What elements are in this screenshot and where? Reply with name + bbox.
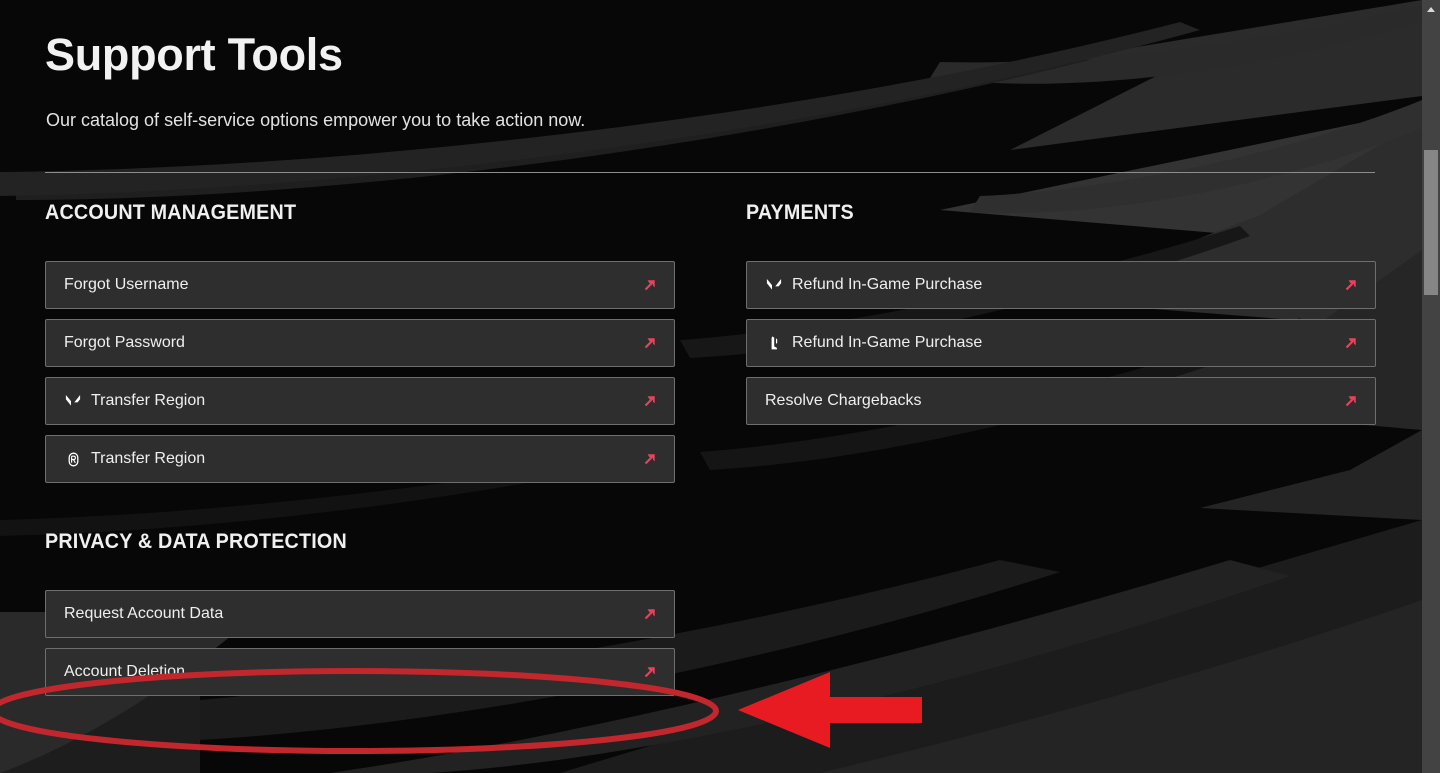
tool-card-label: Account Deletion bbox=[64, 663, 185, 680]
section-account-management: ACCOUNT MANAGEMENT Forgot Username Forgo… bbox=[45, 200, 675, 483]
external-link-arrow-icon bbox=[640, 449, 660, 469]
section-payments: PAYMENTS Refund In-Game Purchase Refund … bbox=[746, 200, 1376, 425]
tool-card-transfer-region-riot-game[interactable]: Transfer Region bbox=[45, 435, 675, 483]
section-title-privacy-data-protection: PRIVACY & DATA PROTECTION bbox=[45, 530, 347, 553]
page-content: Support Tools Our catalog of self-servic… bbox=[0, 0, 1422, 773]
right-column: PAYMENTS Refund In-Game Purchase Refund … bbox=[746, 200, 1376, 435]
external-link-arrow-icon bbox=[640, 604, 660, 624]
tool-card-label: Forgot Password bbox=[64, 334, 185, 351]
tool-card-refund-purchase-league[interactable]: Refund In-Game Purchase bbox=[746, 319, 1376, 367]
left-column: ACCOUNT MANAGEMENT Forgot Username Forgo… bbox=[45, 200, 675, 706]
tool-card-label: Resolve Chargebacks bbox=[765, 392, 922, 409]
page-subtitle: Our catalog of self-service options empo… bbox=[46, 110, 586, 130]
payments-card-list: Refund In-Game Purchase Refund In-Game P… bbox=[746, 261, 1376, 425]
tool-card-forgot-password[interactable]: Forgot Password bbox=[45, 319, 675, 367]
section-privacy-data-protection: PRIVACY & DATA PROTECTION Request Accoun… bbox=[45, 529, 675, 696]
external-link-arrow-icon bbox=[1341, 391, 1361, 411]
tool-card-account-deletion[interactable]: Account Deletion bbox=[45, 648, 675, 696]
external-link-arrow-icon bbox=[1341, 275, 1361, 295]
tool-card-transfer-region-valorant[interactable]: Transfer Region bbox=[45, 377, 675, 425]
tool-card-request-account-data[interactable]: Request Account Data bbox=[45, 590, 675, 638]
header-divider bbox=[45, 172, 1375, 173]
tool-card-label: Refund In-Game Purchase bbox=[792, 276, 983, 293]
page-title: Support Tools bbox=[45, 29, 343, 80]
section-title-payments: PAYMENTS bbox=[746, 201, 854, 224]
tool-card-label: Transfer Region bbox=[91, 450, 206, 467]
tool-card-label: Forgot Username bbox=[64, 276, 189, 293]
scroll-up-arrow-icon[interactable] bbox=[1422, 0, 1440, 18]
vertical-scrollbar[interactable] bbox=[1422, 0, 1440, 773]
external-link-arrow-icon bbox=[640, 275, 660, 295]
tool-card-forgot-username[interactable]: Forgot Username bbox=[45, 261, 675, 309]
scrollbar-thumb[interactable] bbox=[1424, 150, 1438, 295]
privacy-card-list: Request Account Data Account Deletion bbox=[45, 590, 675, 696]
external-link-arrow-icon bbox=[640, 662, 660, 682]
riot-game-badge-icon bbox=[64, 450, 82, 468]
external-link-arrow-icon bbox=[1341, 333, 1361, 353]
external-link-arrow-icon bbox=[640, 333, 660, 353]
valorant-logo-icon bbox=[64, 392, 82, 410]
tool-card-label: Request Account Data bbox=[64, 605, 224, 622]
tool-card-refund-purchase-valorant[interactable]: Refund In-Game Purchase bbox=[746, 261, 1376, 309]
scroll-up-triangle bbox=[1427, 6, 1435, 12]
section-title-account-management: ACCOUNT MANAGEMENT bbox=[45, 201, 297, 224]
league-of-legends-logo-icon bbox=[765, 334, 783, 352]
external-link-arrow-icon bbox=[640, 391, 660, 411]
support-tools-page: Support Tools Our catalog of self-servic… bbox=[0, 0, 1440, 773]
tool-card-label: Transfer Region bbox=[91, 392, 206, 409]
account-management-card-list: Forgot Username Forgot Password Transfer… bbox=[45, 261, 675, 483]
tool-card-label: Refund In-Game Purchase bbox=[792, 334, 983, 351]
tool-card-resolve-chargebacks[interactable]: Resolve Chargebacks bbox=[746, 377, 1376, 425]
valorant-logo-icon bbox=[765, 276, 783, 294]
